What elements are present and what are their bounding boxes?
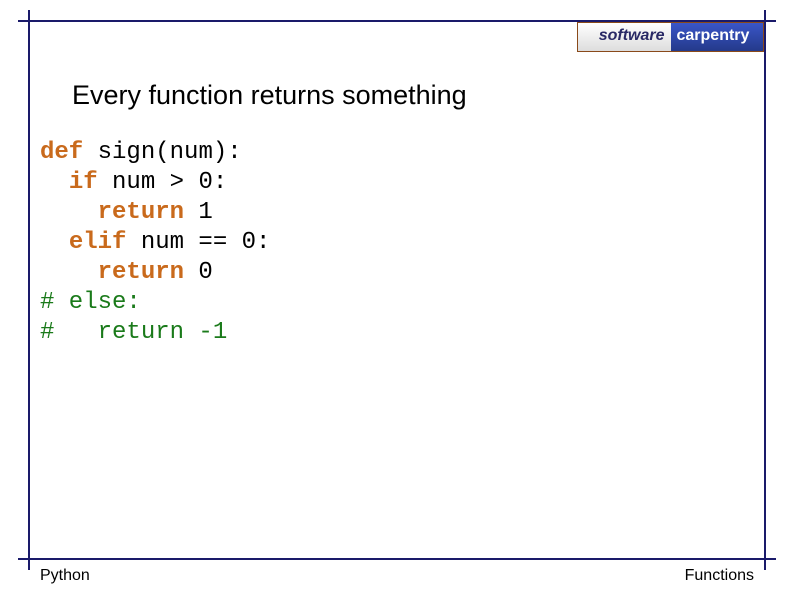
code-indent: [40, 199, 98, 226]
code-text: num > 0:: [98, 169, 228, 196]
corner-tick: [28, 560, 30, 570]
code-keyword: elif: [69, 229, 127, 256]
code-text: 0: [184, 259, 213, 286]
code-text: num == 0:: [126, 229, 270, 256]
code-keyword: def: [40, 139, 83, 166]
corner-tick: [764, 560, 766, 570]
corner-tick: [766, 20, 776, 22]
footer-left: Python: [40, 567, 90, 585]
code-indent: [40, 229, 69, 256]
code-indent: [40, 169, 69, 196]
code-text: 1: [184, 199, 213, 226]
corner-tick: [764, 10, 766, 20]
footer-right: Functions: [685, 567, 754, 585]
logo-right-text: carpentry: [671, 23, 764, 51]
corner-tick: [28, 10, 30, 20]
code-keyword: if: [69, 169, 98, 196]
slide-heading: Every function returns something: [72, 80, 467, 111]
code-block: def sign(num): if num > 0: return 1 elif…: [40, 138, 270, 348]
code-indent: [40, 259, 98, 286]
corner-tick: [18, 20, 28, 22]
code-keyword: return: [98, 199, 184, 226]
code-comment: # return -1: [40, 319, 227, 346]
corner-tick: [766, 558, 776, 560]
logo-left-text: software: [578, 23, 671, 51]
corner-tick: [18, 558, 28, 560]
code-comment: # else:: [40, 289, 141, 316]
software-carpentry-logo: software carpentry: [577, 22, 764, 52]
slide: software carpentry Every function return…: [0, 0, 794, 595]
code-text: sign(num):: [83, 139, 241, 166]
code-keyword: return: [98, 259, 184, 286]
